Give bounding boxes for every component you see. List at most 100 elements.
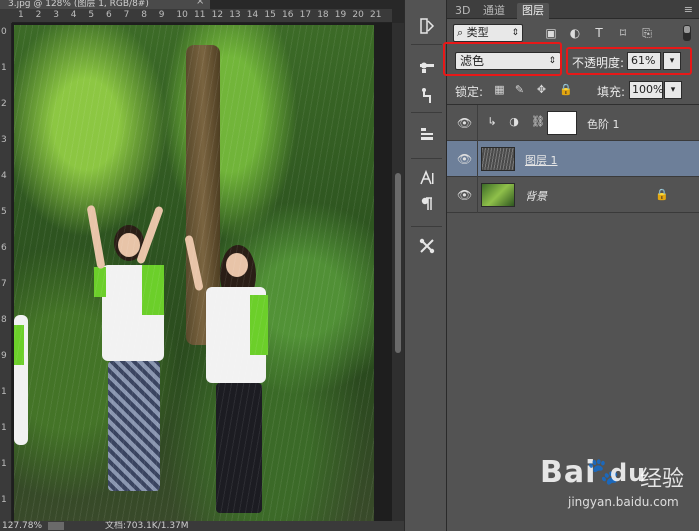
shape-filter-icon[interactable]: ⌑ [615,25,631,41]
ruler-tick-label: 12 [211,10,224,20]
type-filter-icon[interactable]: T [591,25,607,41]
document-tab-title: 3.jpg @ 128% (图层 1, RGB/8#) [8,0,149,9]
ruler-tick-label: 16 [282,10,294,20]
ruler-corner[interactable] [0,9,12,23]
watermark-cn: 经验 [640,467,685,492]
ruler-tick-label: 18 [317,10,329,20]
ruler-tick-label: 7 [1,279,7,289]
character-icon[interactable] [414,166,440,190]
filter-toggle[interactable] [683,25,691,41]
ruler-tick-label: 21 [370,10,382,20]
eye-icon[interactable]: 👁 [457,152,472,166]
ruler-tick-label: 4 [1,171,7,181]
adjustment-layer-icon: ◑ [509,115,519,128]
ruler-tick-label: 1 [18,10,24,20]
fill-dropdown-icon[interactable]: ▾ [664,81,682,99]
highlight-blend-mode [443,42,562,76]
ruler-vertical[interactable]: 0 1 2 3 4 5 6 7 8 9 1 1 1 1 [0,23,12,521]
ruler-tick-label: 6 [106,10,112,20]
layers-panel: 3D 通道 图层 ≡ ⌕ 类型 ⇕ ▣ ◐ T ⌑ ⎘ 滤色 ⇕ 不透明度: 6… [447,0,699,531]
ruler-tick-label: 8 [141,10,147,20]
panel-tabs: 3D 通道 图层 ≡ [447,0,699,19]
status-bar: 127.78% 文档:703.1K/1.37M [0,521,404,531]
history-brush-icon[interactable] [414,14,440,38]
lock-position-icon[interactable]: ✥ [535,83,548,96]
ruler-tick-label: 3 [1,135,7,145]
ruler-tick-label: 9 [1,351,7,361]
tool-presets-icon[interactable] [414,122,440,146]
tool-settings-icon[interactable] [414,234,440,258]
lock-fill-row: 锁定: ▦ ✎ ✥ 🔒 填充: 100% ▾ [447,78,699,102]
ruler-tick-label: 11 [194,10,206,20]
layer-row-background[interactable]: 👁 背景 🔒 [447,177,699,213]
rain-effect-overlay [14,25,374,521]
tab-channels[interactable]: 通道 [478,3,510,19]
ruler-tick-label: 1 [1,387,7,397]
scrollbar-thumb[interactable] [395,173,401,353]
adjustment-filter-icon[interactable]: ◐ [567,25,583,41]
ruler-horizontal[interactable]: 1 2 3 4 5 6 7 8 9 10 11 12 13 14 15 16 17 18 19 20 21 [12,9,392,23]
ruler-tick-label: 14 [246,10,259,20]
paragraph-icon[interactable] [414,192,440,216]
ruler-tick-label: 5 [88,10,95,20]
layers-list: 👁 ↳ ◑ ⛓ 色阶 1 👁 图层 1 👁 背景 🔒 [447,104,699,514]
document-info[interactable]: 文档:703.1K/1.37M [105,521,189,531]
clipping-arrow-icon: ↳ [487,115,497,128]
tab-3d[interactable]: 3D [450,3,475,19]
eye-icon[interactable]: 👁 [457,188,472,202]
ruler-tick-label: 10 [176,10,188,20]
smart-object-filter-icon[interactable]: ⎘ [639,25,655,41]
brush-settings-icon[interactable] [414,54,440,78]
filter-kind-select[interactable]: ⌕ 类型 ⇕ [453,24,523,42]
layer-row-levels[interactable]: 👁 ↳ ◑ ⛓ 色阶 1 [447,105,699,141]
ruler-tick-label: 6 [1,243,7,253]
layer-thumbnail[interactable] [481,183,515,207]
ruler-tick-label: 2 [35,10,42,20]
baidu-jingyan-watermark: Bai 🐾 du 经验 jingyan.baidu.com [540,455,690,515]
layer-thumbnail[interactable] [481,147,515,171]
ruler-tick-label: 15 [264,10,276,20]
lock-icon[interactable]: 🔒 [655,188,669,201]
ruler-tick-label: 0 [1,27,7,37]
watermark-url: jingyan.baidu.com [568,495,679,509]
clone-source-icon[interactable] [414,84,440,108]
ruler-tick-label: 8 [1,315,7,325]
lock-all-icon[interactable]: 🔒 [559,83,573,96]
chevron-updown-icon: ⇕ [511,28,519,38]
highlight-opacity [566,47,692,75]
photoshop-window: 3.jpg @ 128% (图层 1, RGB/8#) × 1234567891… [0,0,699,531]
layer-name[interactable]: 色阶 1 [587,116,620,132]
panel-menu-icon[interactable]: ≡ [684,3,693,16]
layer-name[interactable]: 图层 1 [525,152,558,168]
ruler-tick-label: 20 [352,10,364,20]
pixel-filter-icon[interactable]: ▣ [543,25,559,41]
ruler-tick-label: 1 [1,459,7,469]
ruler-tick-label: 1 [1,495,7,505]
ruler-tick-label: 1 [1,63,7,73]
document-image[interactable] [14,25,374,521]
fill-input[interactable]: 100% [629,81,663,99]
document-tab[interactable]: 3.jpg @ 128% (图层 1, RGB/8#) × [0,0,210,9]
chain-link-icon[interactable]: ⛓ [531,115,545,129]
layer-mask-thumbnail[interactable] [547,111,577,135]
lock-image-icon[interactable]: ✎ [513,83,526,96]
search-icon: ⌕ [457,26,467,39]
canvas-vertical-scrollbar[interactable] [392,23,404,521]
ruler-tick-label: 7 [123,10,130,20]
lock-transparent-icon[interactable]: ▦ [493,83,506,96]
layer-row-layer1[interactable]: 👁 图层 1 [447,141,699,177]
ruler-tick-label: 19 [334,10,347,20]
ruler-tick-label: 5 [1,207,7,217]
close-icon[interactable]: × [196,0,204,7]
fill-label: 填充: [597,85,626,99]
status-expand-button[interactable] [48,522,64,530]
canvas-area[interactable] [12,23,392,521]
ruler-tick-label: 13 [229,10,241,20]
tab-layers[interactable]: 图层 [517,3,549,19]
layer-name[interactable]: 背景 [525,188,547,204]
ruler-tick-label: 1 [1,423,7,433]
collapsed-panel-strip [404,0,447,531]
eye-icon[interactable]: 👁 [457,116,472,130]
zoom-level[interactable]: 127.78% [2,521,42,531]
lock-label: 锁定: [455,85,484,99]
